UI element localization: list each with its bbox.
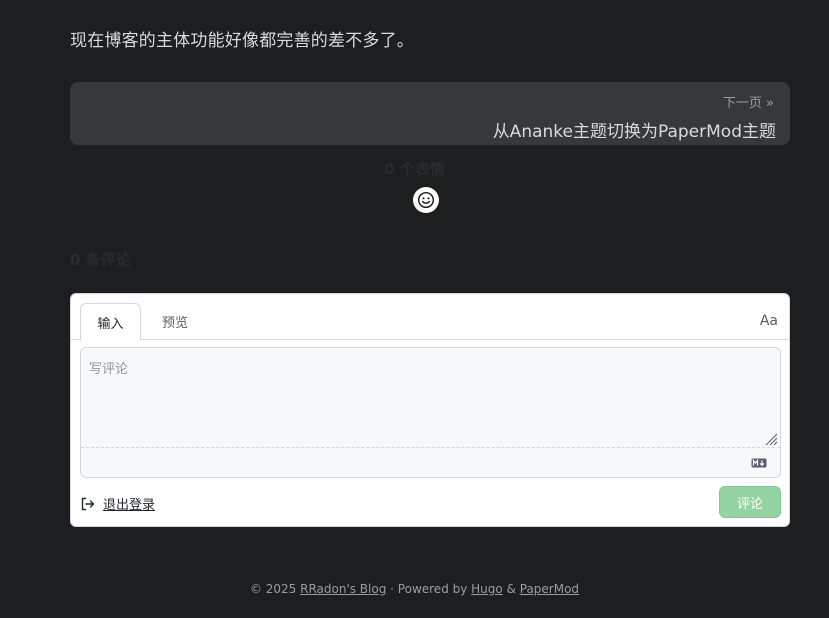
comment-form: 输入 预览 Aa 退出登录: [70, 293, 790, 527]
comment-tabs: 输入 预览 Aa: [71, 294, 789, 341]
next-post-link[interactable]: 下一页 » 从Ananke主题切换为PaperMod主题: [70, 82, 790, 145]
footer-papermod-link[interactable]: PaperMod: [520, 582, 579, 596]
post-closing-paragraph: 现在博客的主体功能好像都完善的差不多了。: [70, 31, 414, 51]
page: 现在博客的主体功能好像都完善的差不多了。 下一页 » 从Ananke主题切换为P…: [0, 0, 829, 618]
logout-link[interactable]: 退出登录: [80, 494, 155, 513]
footer-copyright: © 2025: [249, 582, 301, 596]
markdown-icon[interactable]: [751, 458, 767, 468]
footer-blog-link[interactable]: RRadon's Blog: [300, 582, 386, 596]
sign-out-icon: [81, 497, 95, 510]
next-page-hint: 下一页 »: [722, 96, 774, 111]
add-reaction-button[interactable]: [413, 187, 439, 213]
tab-write[interactable]: 输入: [80, 303, 141, 341]
editor-footer: [81, 447, 780, 477]
next-post-title: 从Ananke主题切换为PaperMod主题: [492, 122, 776, 142]
smiley-icon: [417, 191, 435, 209]
logout-label: 退出登录: [103, 498, 156, 513]
submit-comment-button[interactable]: 评论: [719, 486, 781, 518]
comment-editor: [80, 347, 781, 478]
footer-hugo-link[interactable]: Hugo: [471, 582, 503, 596]
footer-amp: &: [502, 582, 520, 596]
reactions-count: 0 个表情: [384, 160, 445, 178]
footer-powered-by: · Powered by: [386, 582, 472, 596]
resize-grip-icon[interactable]: [764, 432, 778, 446]
text-format-toggle[interactable]: Aa: [760, 313, 778, 329]
site-footer: © 2025 RRadon's Blog · Powered by Hugo &…: [0, 582, 829, 596]
comment-input[interactable]: [81, 348, 780, 447]
tab-preview[interactable]: 预览: [147, 303, 203, 340]
comments-count: 0 条评论: [70, 251, 131, 269]
